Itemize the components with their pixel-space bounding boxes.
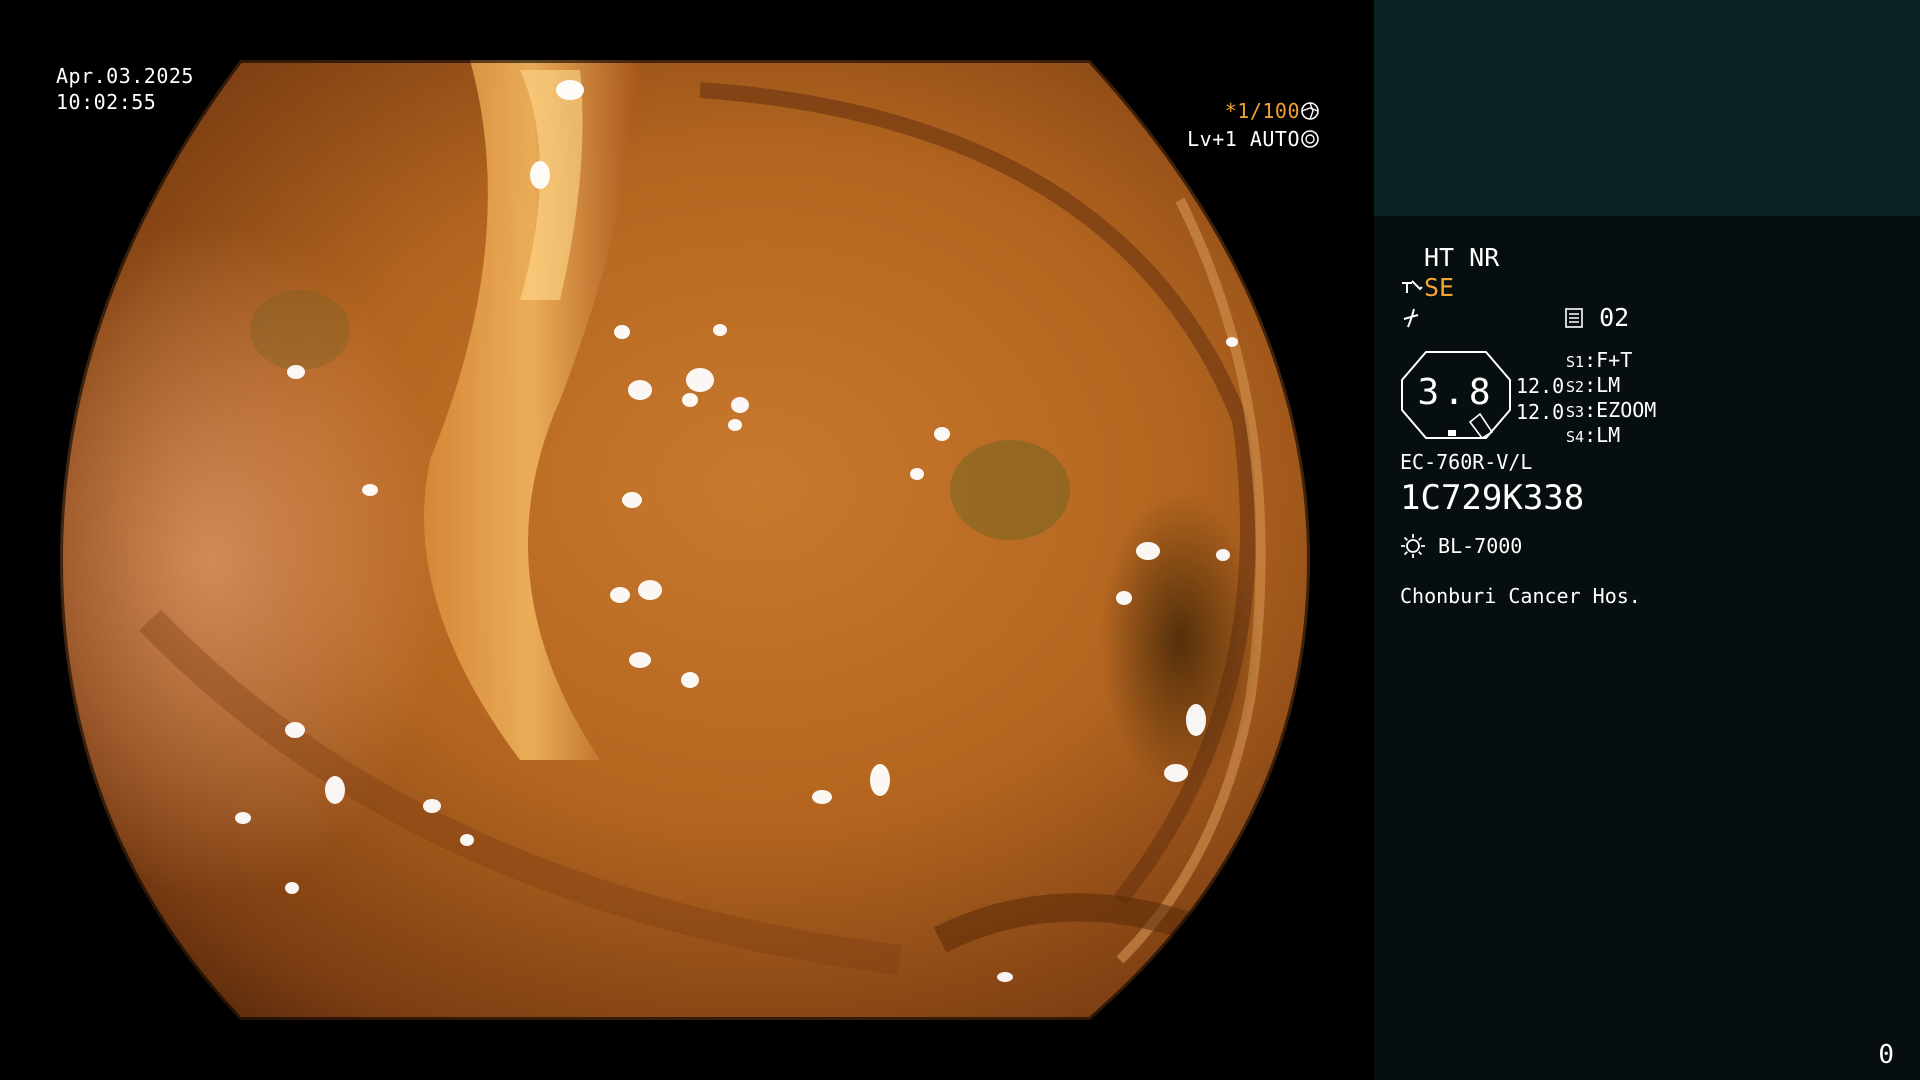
level-text: Lv+1 AUTO — [1187, 127, 1300, 151]
endoscope-view: Apr.03.2025 10:02:55 *1/100 Lv+1 AUTO — [0, 0, 1374, 1080]
switch-key: S2 — [1566, 378, 1585, 396]
switch-value: LM — [1596, 423, 1621, 447]
switch-key: S3 — [1566, 403, 1585, 421]
switch-3: S3:EZOOM — [1566, 398, 1657, 422]
endoscopic-image — [56, 57, 1314, 1023]
switch-1: S1:F+T — [1566, 348, 1633, 372]
date-time: Apr.03.2025 10:02:55 — [56, 63, 194, 115]
sun-icon — [1400, 534, 1426, 558]
shutter-text: *1/100 — [1224, 99, 1300, 123]
aperture-icon — [1300, 99, 1320, 123]
freeze-indicator — [1400, 304, 1422, 332]
light-source: BL-7000 — [1400, 532, 1522, 560]
switch-key: S4 — [1566, 428, 1585, 446]
time-text: 10:02:55 — [56, 90, 157, 114]
scope-model: EC-760R-V/L — [1400, 450, 1533, 474]
shutter-indicator: *1/100 — [1100, 98, 1320, 124]
exposure-icon — [1300, 127, 1320, 151]
info-panel: HT NR SE 02 3.8 12.0 12.0 S1:F+T S2:LM S… — [1374, 216, 1920, 1080]
memory-indicator: 02 — [1564, 304, 1629, 332]
switch-value: LM — [1596, 373, 1621, 397]
se-label: SE — [1424, 273, 1455, 302]
structure-enhance: SE — [1400, 274, 1454, 302]
memory-icon — [1564, 303, 1584, 332]
switch-2: S2:LM — [1566, 373, 1621, 397]
exposure-level: Lv+1 AUTO — [1100, 126, 1320, 152]
scope-serial: 1C729K338 — [1400, 478, 1585, 518]
enhance-icon — [1400, 274, 1424, 302]
image-counter: 0 — [1878, 1040, 1894, 1070]
date-text: Apr.03.2025 — [56, 64, 194, 88]
value-2: 12.0 — [1516, 400, 1565, 424]
ht-nr-label: HT NR — [1424, 243, 1500, 272]
switch-key: S1 — [1566, 353, 1585, 371]
switch-value: F+T — [1596, 348, 1633, 372]
switch-4: S4:LM — [1566, 423, 1621, 447]
switch-value: EZOOM — [1596, 398, 1657, 422]
light-source-text: BL-7000 — [1438, 534, 1523, 558]
freeze-icon — [1400, 304, 1422, 332]
endoscopy-screen: Apr.03.2025 10:02:55 *1/100 Lv+1 AUTO HT… — [0, 0, 1920, 1080]
panel-header — [1374, 0, 1920, 216]
hospital-name: Chonburi Cancer Hos. — [1400, 584, 1641, 608]
value-1: 12.0 — [1516, 374, 1565, 398]
iris-value: 3.8 — [1417, 372, 1495, 413]
memory-value: 02 — [1599, 303, 1630, 332]
